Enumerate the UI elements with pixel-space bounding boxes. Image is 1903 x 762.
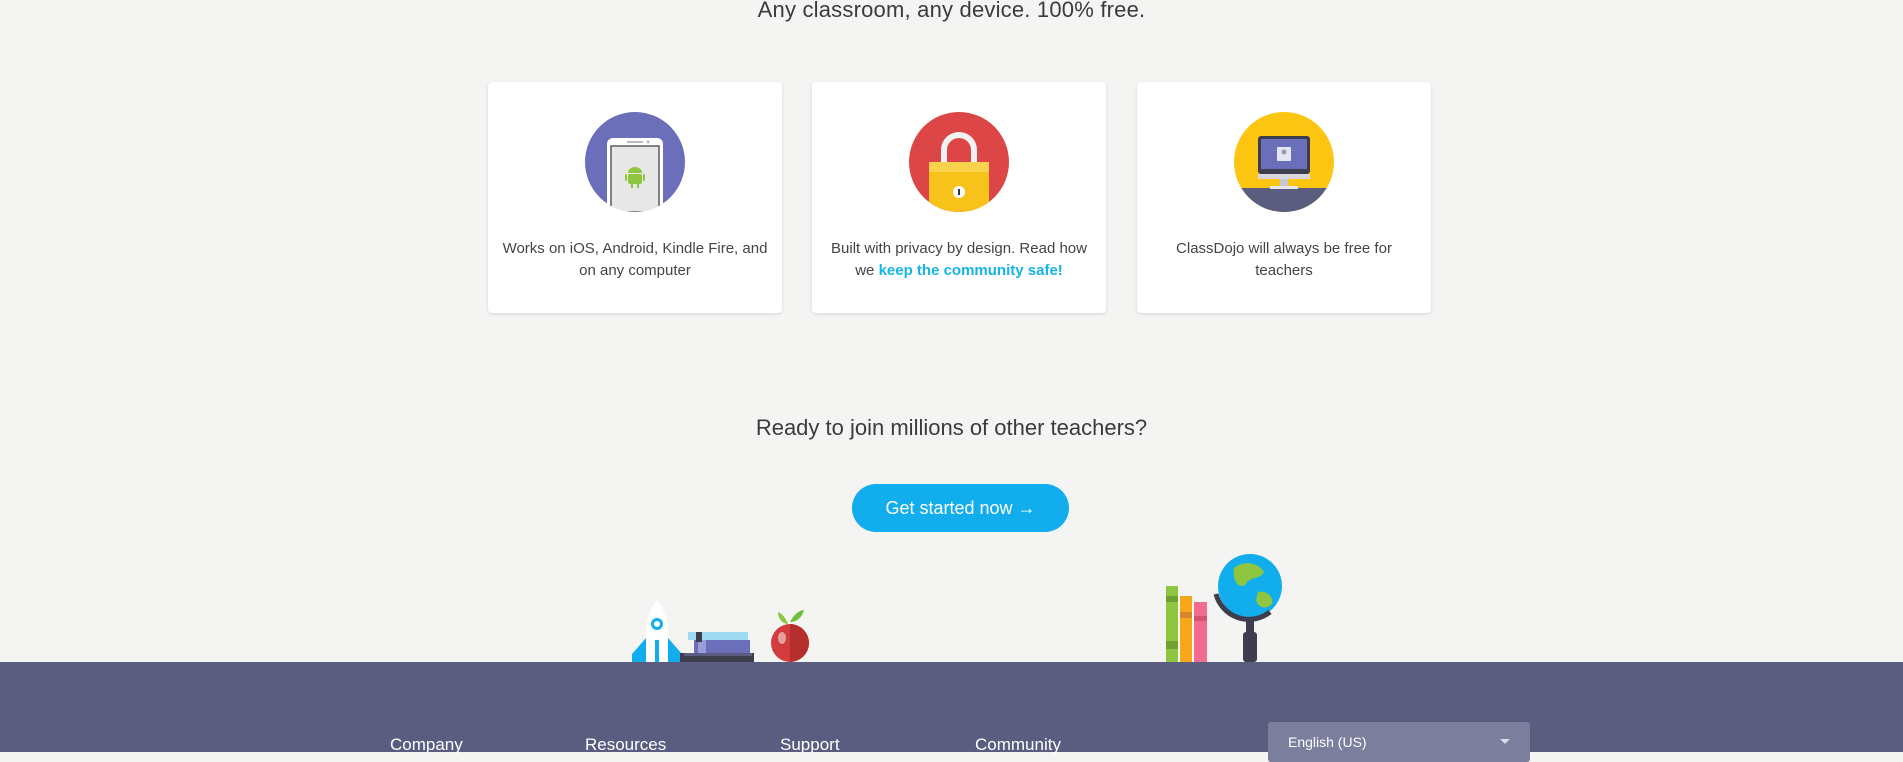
footer: Company Resources Support Community Engl… [0,662,1903,762]
language-select[interactable]: English (US) [1268,722,1530,762]
computer-monitor-icon [1234,112,1334,212]
footer-resources-link[interactable]: Resources [585,735,666,755]
standing-books-icon [1164,586,1212,667]
cta-heading: Ready to join millions of other teachers… [755,415,1148,440]
feature-card-privacy: Built with privacy by design. Read how w… [812,82,1106,313]
padlock-icon [909,112,1009,212]
footer-community-link[interactable]: Community [975,735,1061,755]
feature-description-privacy: Built with privacy by design. Read how w… [824,238,1094,282]
feature-description-free: ClassDojo will always be free for teache… [1176,240,1392,279]
tagline: Any classroom, any device. 100% free. [757,0,1146,22]
feature-description-devices: Works on iOS, Android, Kindle Fire, and … [502,240,768,279]
feature-card-devices: Works on iOS, Android, Kindle Fire, and … [488,82,782,313]
keep-community-safe-link[interactable]: keep the community safe! [879,262,1063,279]
footer-company-link[interactable]: Company [390,735,463,755]
apple-icon [768,606,812,667]
tablet-android-icon [585,112,685,212]
globe-icon [1210,546,1290,667]
feature-card-free: ClassDojo will always be free for teache… [1137,82,1431,313]
footer-support-link[interactable]: Support [780,735,840,755]
get-started-button[interactable]: Get started now → [852,484,1069,532]
language-select-value: English (US) [1288,734,1367,750]
chevron-down-icon [1500,739,1510,744]
